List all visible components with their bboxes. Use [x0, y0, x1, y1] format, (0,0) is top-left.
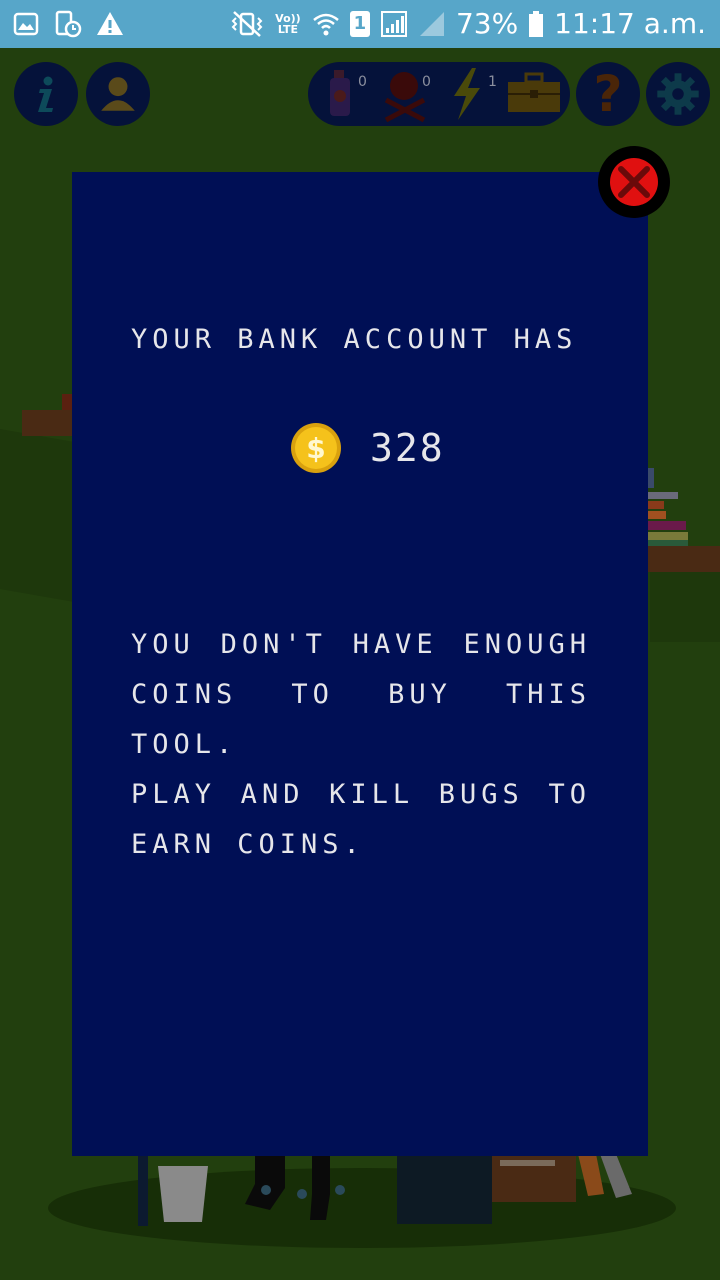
tool-bug-spray[interactable]: 0	[322, 66, 378, 122]
vibrate-icon	[231, 11, 263, 37]
shelf-item	[62, 394, 72, 410]
profile-icon	[101, 77, 135, 111]
poison-count: 0	[422, 74, 431, 90]
tool-lightning[interactable]: 1	[446, 66, 502, 122]
wifi-icon	[313, 13, 339, 36]
tool-toolbox[interactable]	[504, 66, 564, 122]
top-toolbar: 0 0 1 ?	[0, 62, 720, 128]
coin-amount: 328	[370, 426, 445, 470]
sim-badge: 1	[349, 11, 370, 37]
help-button[interactable]: ?	[576, 62, 640, 126]
info-button[interactable]	[14, 62, 78, 126]
volte-indicator: Vo)) LTE	[275, 12, 301, 36]
lightning-count: 1	[488, 74, 497, 90]
shelf-shadow	[0, 428, 80, 604]
svg-text:$: $	[306, 432, 325, 465]
toolbox-icon	[508, 72, 560, 112]
coin-icon: $	[291, 423, 341, 473]
info-icon	[38, 76, 53, 112]
lightning-icon	[454, 68, 480, 120]
tools-bar: 0 0 1	[308, 62, 570, 126]
battery-percent: 73%	[455, 7, 519, 40]
status-bar: Vo)) LTE 1 73% 11:17 a.m.	[0, 0, 720, 48]
question-icon: ?	[593, 65, 623, 123]
book-stack	[646, 468, 688, 548]
earn-hint: PLAY AND KILL BUGS TO EARN COINS.	[131, 779, 591, 860]
battery-icon	[529, 11, 544, 37]
usage-timer-icon	[55, 10, 82, 38]
tool-poison[interactable]: 0	[382, 66, 438, 123]
settings-button[interactable]	[646, 62, 710, 126]
gear-icon	[657, 73, 699, 115]
signal-2-icon	[419, 12, 444, 36]
close-icon	[610, 158, 658, 206]
insufficient-message: YOU DON'T HAVE ENOUGH COINS TO BUY THIS …	[131, 629, 591, 760]
close-button[interactable]	[598, 146, 670, 218]
clock: 11:17 a.m.	[554, 7, 706, 40]
office-scene	[138, 1154, 632, 1226]
signal-icon	[380, 11, 407, 37]
bug-spray-count: 0	[358, 74, 367, 90]
warning-icon	[97, 12, 123, 35]
right-shelf	[646, 546, 720, 572]
gallery-notification-icon	[13, 12, 39, 36]
shelf-shadow	[650, 572, 720, 642]
coin-balance: $ 328	[290, 422, 445, 474]
bank-heading: YOUR BANK ACCOUNT HAS	[131, 324, 578, 355]
bug-spray-icon	[330, 70, 350, 116]
profile-button[interactable]	[86, 62, 150, 126]
